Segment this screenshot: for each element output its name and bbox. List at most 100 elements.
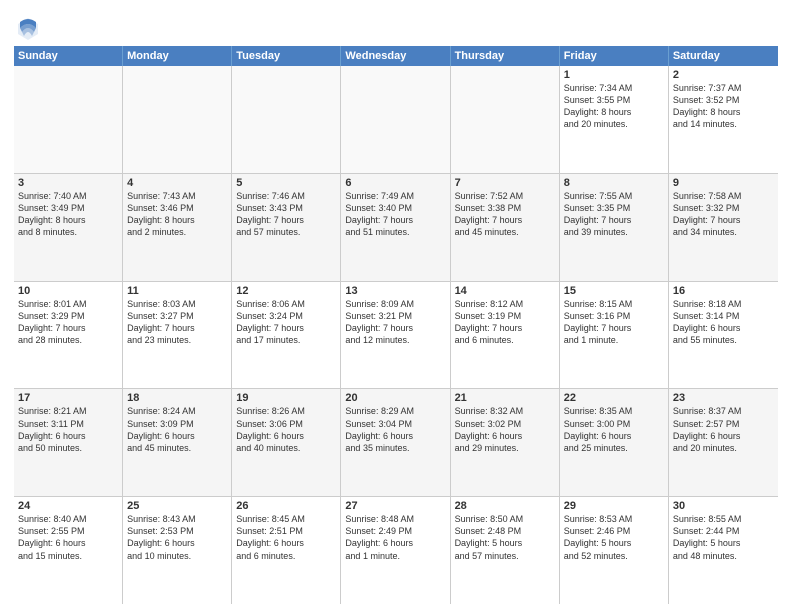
day-cell-9: 9Sunrise: 7:58 AM Sunset: 3:32 PM Daylig… (669, 174, 778, 281)
day-cell-8: 8 Sunrise: 7:55 AM Sunset: 3:35 PM Daylig… (560, 174, 669, 281)
day-number: 9 (673, 177, 774, 189)
header-day-saturday: Saturday (669, 46, 778, 66)
day-cell-19: 19 Sunrise: 8:26 AM Sunset: 3:06 PM Dayli… (232, 389, 341, 496)
day-number: 19 (236, 392, 336, 404)
day-cell-10: 10 Sunrise: 8:01 AM Sunset: 3:29 PM Dayli… (14, 282, 123, 389)
header-day-friday: Friday (560, 46, 669, 66)
empty-cell (232, 66, 341, 173)
day-info: Sunrise: 8:35 AM Sunset: 3:00 PM Dayligh… (564, 406, 633, 452)
header-day-wednesday: Wednesday (341, 46, 450, 66)
calendar-week-1: 1 Sunrise: 7:34 AM Sunset: 3:55 PM Daylig… (14, 66, 778, 174)
day-cell-23: 23 Sunrise: 8:37 AM Sunset: 2:57 PM Dayli… (669, 389, 778, 496)
day-cell-27: 27Sunrise: 8:48 AM Sunset: 2:49 PM Dayli… (341, 497, 450, 604)
day-cell-25: 25Sunrise: 8:43 AM Sunset: 2:53 PM Dayli… (123, 497, 232, 604)
header-day-tuesday: Tuesday (232, 46, 341, 66)
day-info: Sunrise: 8:55 AM Sunset: 2:44 PM Dayligh… (673, 514, 742, 560)
day-info: Sunrise: 8:40 AM Sunset: 2:55 PM Dayligh… (18, 514, 87, 560)
day-number: 28 (455, 500, 555, 512)
calendar-header: SundayMondayTuesdayWednesdayThursdayFrid… (14, 46, 778, 66)
day-number: 10 (18, 285, 118, 297)
day-cell-20: 20 Sunrise: 8:29 AM Sunset: 3:04 PM Dayli… (341, 389, 450, 496)
day-info: Sunrise: 8:26 AM Sunset: 3:06 PM Dayligh… (236, 406, 305, 452)
day-number: 24 (18, 500, 118, 512)
calendar-week-2: 3 Sunrise: 7:40 AM Sunset: 3:49 PM Daylig… (14, 174, 778, 282)
day-cell-3: 3 Sunrise: 7:40 AM Sunset: 3:49 PM Daylig… (14, 174, 123, 281)
day-number: 21 (455, 392, 555, 404)
day-cell-16: 16Sunrise: 8:18 AM Sunset: 3:14 PM Dayli… (669, 282, 778, 389)
day-number: 12 (236, 285, 336, 297)
calendar-body: 1 Sunrise: 7:34 AM Sunset: 3:55 PM Daylig… (14, 66, 778, 604)
day-number: 2 (673, 69, 774, 81)
day-cell-21: 21 Sunrise: 8:32 AM Sunset: 3:02 PM Dayli… (451, 389, 560, 496)
day-cell-12: 12 Sunrise: 8:06 AM Sunset: 3:24 PM Dayli… (232, 282, 341, 389)
empty-cell (451, 66, 560, 173)
day-cell-14: 14 Sunrise: 8:12 AM Sunset: 3:19 PM Dayli… (451, 282, 560, 389)
day-cell-11: 11 Sunrise: 8:03 AM Sunset: 3:27 PM Dayli… (123, 282, 232, 389)
empty-cell (341, 66, 450, 173)
day-number: 15 (564, 285, 664, 297)
day-cell-29: 29Sunrise: 8:53 AM Sunset: 2:46 PM Dayli… (560, 497, 669, 604)
day-info: Sunrise: 8:24 AM Sunset: 3:09 PM Dayligh… (127, 406, 196, 452)
day-info: Sunrise: 8:06 AM Sunset: 3:24 PM Dayligh… (236, 299, 305, 345)
day-info: Sunrise: 7:34 AM Sunset: 3:55 PM Dayligh… (564, 83, 633, 129)
day-number: 25 (127, 500, 227, 512)
calendar-page: SundayMondayTuesdayWednesdayThursdayFrid… (0, 0, 792, 612)
calendar-week-5: 24 Sunrise: 8:40 AM Sunset: 2:55 PM Dayli… (14, 497, 778, 604)
day-number: 13 (345, 285, 445, 297)
day-number: 30 (673, 500, 774, 512)
calendar-week-4: 17 Sunrise: 8:21 AM Sunset: 3:11 PM Dayli… (14, 389, 778, 497)
day-info: Sunrise: 7:49 AM Sunset: 3:40 PM Dayligh… (345, 191, 414, 237)
day-info: Sunrise: 8:37 AM Sunset: 2:57 PM Dayligh… (673, 406, 742, 452)
day-cell-15: 15 Sunrise: 8:15 AM Sunset: 3:16 PM Dayli… (560, 282, 669, 389)
day-cell-13: 13 Sunrise: 8:09 AM Sunset: 3:21 PM Dayli… (341, 282, 450, 389)
header-day-sunday: Sunday (14, 46, 123, 66)
day-number: 3 (18, 177, 118, 189)
day-info: Sunrise: 8:01 AM Sunset: 3:29 PM Dayligh… (18, 299, 87, 345)
day-cell-26: 26Sunrise: 8:45 AM Sunset: 2:51 PM Dayli… (232, 497, 341, 604)
day-cell-28: 28 Sunrise: 8:50 AM Sunset: 2:48 PM Dayli… (451, 497, 560, 604)
day-cell-18: 18 Sunrise: 8:24 AM Sunset: 3:09 PM Dayli… (123, 389, 232, 496)
empty-cell (123, 66, 232, 173)
day-cell-6: 6 Sunrise: 7:49 AM Sunset: 3:40 PM Daylig… (341, 174, 450, 281)
day-info: Sunrise: 7:40 AM Sunset: 3:49 PM Dayligh… (18, 191, 87, 237)
day-cell-2: 2 Sunrise: 7:37 AM Sunset: 3:52 PM Daylig… (669, 66, 778, 173)
day-number: 8 (564, 177, 664, 189)
day-info: Sunrise: 8:50 AM Sunset: 2:48 PM Dayligh… (455, 514, 524, 560)
day-number: 4 (127, 177, 227, 189)
day-cell-1: 1 Sunrise: 7:34 AM Sunset: 3:55 PM Daylig… (560, 66, 669, 173)
day-number: 20 (345, 392, 445, 404)
day-info: Sunrise: 8:32 AM Sunset: 3:02 PM Dayligh… (455, 406, 524, 452)
header-day-thursday: Thursday (451, 46, 560, 66)
day-number: 26 (236, 500, 336, 512)
day-info: Sunrise: 7:46 AM Sunset: 3:43 PM Dayligh… (236, 191, 305, 237)
day-cell-4: 4 Sunrise: 7:43 AM Sunset: 3:46 PM Daylig… (123, 174, 232, 281)
day-number: 5 (236, 177, 336, 189)
day-cell-17: 17 Sunrise: 8:21 AM Sunset: 3:11 PM Dayli… (14, 389, 123, 496)
day-number: 14 (455, 285, 555, 297)
day-number: 23 (673, 392, 774, 404)
logo-icon (14, 14, 42, 42)
day-info: Sunrise: 7:43 AM Sunset: 3:46 PM Dayligh… (127, 191, 196, 237)
day-info: Sunrise: 7:37 AM Sunset: 3:52 PM Dayligh… (673, 83, 742, 129)
day-number: 22 (564, 392, 664, 404)
day-number: 7 (455, 177, 555, 189)
day-number: 27 (345, 500, 445, 512)
day-number: 16 (673, 285, 774, 297)
day-info: Sunrise: 8:12 AM Sunset: 3:19 PM Dayligh… (455, 299, 524, 345)
day-info: Sunrise: 8:21 AM Sunset: 3:11 PM Dayligh… (18, 406, 87, 452)
day-info: Sunrise: 8:15 AM Sunset: 3:16 PM Dayligh… (564, 299, 633, 345)
day-info: Sunrise: 8:09 AM Sunset: 3:21 PM Dayligh… (345, 299, 414, 345)
day-number: 1 (564, 69, 664, 81)
day-number: 11 (127, 285, 227, 297)
day-number: 6 (345, 177, 445, 189)
day-info: Sunrise: 8:29 AM Sunset: 3:04 PM Dayligh… (345, 406, 414, 452)
day-number: 17 (18, 392, 118, 404)
day-info: Sunrise: 7:55 AM Sunset: 3:35 PM Dayligh… (564, 191, 633, 237)
day-info: Sunrise: 8:03 AM Sunset: 3:27 PM Dayligh… (127, 299, 196, 345)
logo (14, 14, 46, 42)
day-number: 18 (127, 392, 227, 404)
day-info: Sunrise: 8:53 AM Sunset: 2:46 PM Dayligh… (564, 514, 633, 560)
day-cell-24: 24 Sunrise: 8:40 AM Sunset: 2:55 PM Dayli… (14, 497, 123, 604)
calendar-week-3: 10 Sunrise: 8:01 AM Sunset: 3:29 PM Dayli… (14, 282, 778, 390)
header (14, 10, 778, 42)
